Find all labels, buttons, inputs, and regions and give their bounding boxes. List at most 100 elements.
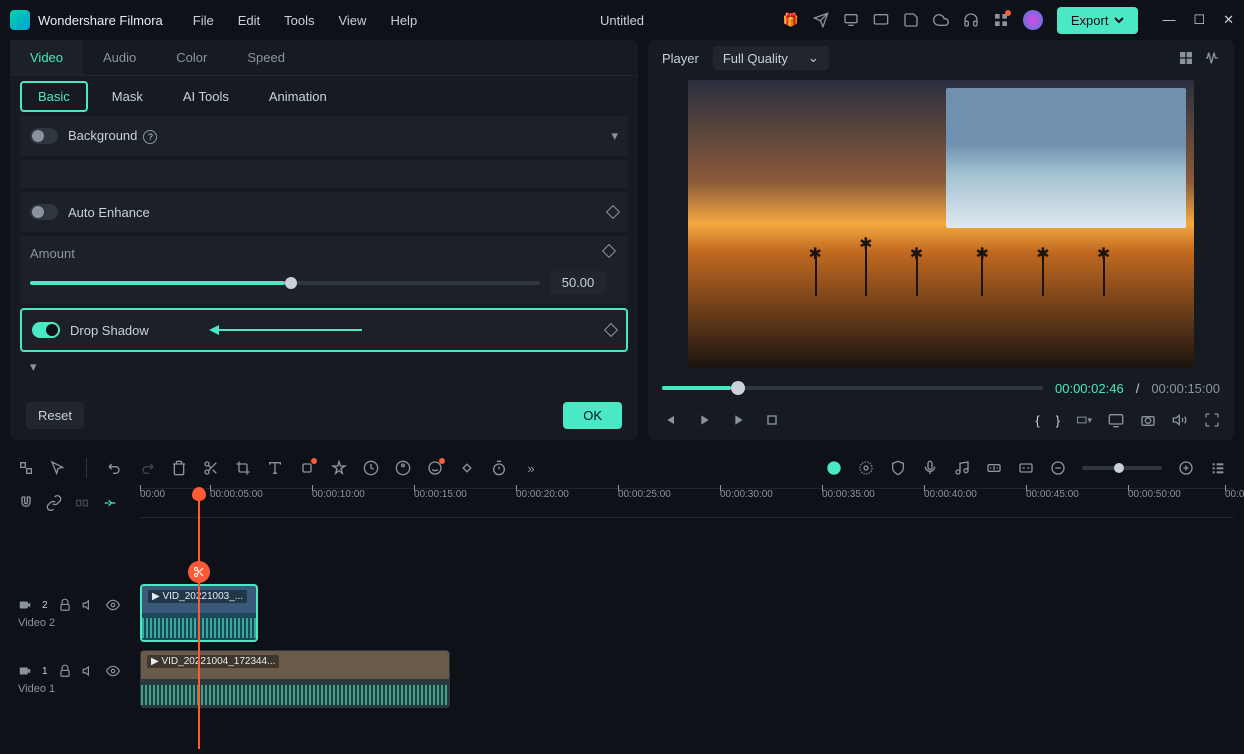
list-icon[interactable] xyxy=(1210,460,1226,476)
grid-view-icon[interactable] xyxy=(1178,50,1194,66)
keyframe-tool-icon[interactable] xyxy=(459,460,475,476)
quality-dropdown[interactable]: Full Quality ⌄ xyxy=(713,46,829,70)
volume-icon[interactable] xyxy=(1172,412,1188,428)
menu-view[interactable]: View xyxy=(338,13,366,28)
scrub-slider[interactable] xyxy=(662,386,1043,390)
delete-icon[interactable] xyxy=(171,460,187,476)
timer-icon[interactable] xyxy=(491,460,507,476)
maximize-button[interactable]: ☐ xyxy=(1193,12,1205,28)
auto-ripple-icon[interactable] xyxy=(102,495,118,511)
monitor-icon[interactable] xyxy=(873,12,889,28)
visibility-icon[interactable] xyxy=(106,663,120,679)
lock-icon[interactable] xyxy=(58,663,72,679)
help-icon[interactable]: ? xyxy=(143,130,157,144)
crop-icon[interactable] xyxy=(235,460,251,476)
waveform-icon[interactable] xyxy=(1204,50,1220,66)
playhead[interactable] xyxy=(198,489,200,749)
keyframe-diamond-icon[interactable] xyxy=(606,205,620,219)
player-viewport[interactable] xyxy=(688,80,1194,368)
effects-icon[interactable] xyxy=(331,460,347,476)
headphones-icon[interactable] xyxy=(963,12,979,28)
dropshadow-toggle[interactable] xyxy=(32,322,60,338)
close-button[interactable]: ✕ xyxy=(1223,12,1234,28)
shield-icon[interactable] xyxy=(890,460,906,476)
timeline-ruler[interactable]: 00:00 00:00:05:00 00:00:10:00 00:00:15:0… xyxy=(140,488,1234,518)
zoom-in-icon[interactable] xyxy=(1178,460,1194,476)
cloud-icon[interactable] xyxy=(933,12,949,28)
music-icon[interactable] xyxy=(954,460,970,476)
menu-edit[interactable]: Edit xyxy=(238,13,260,28)
amount-slider[interactable] xyxy=(30,281,540,285)
color-icon[interactable] xyxy=(395,460,411,476)
video-track-icon[interactable] xyxy=(18,598,32,612)
prev-frame-icon[interactable] xyxy=(662,412,678,428)
chevron-down-icon[interactable]: ▾ xyxy=(30,359,37,375)
link-icon[interactable] xyxy=(46,495,62,511)
ok-button[interactable]: OK xyxy=(563,402,622,429)
save-icon[interactable] xyxy=(903,12,919,28)
zoom-out-icon[interactable] xyxy=(1050,460,1066,476)
lock-icon[interactable] xyxy=(58,597,72,613)
camera-icon[interactable] xyxy=(1140,412,1156,428)
cut-icon[interactable] xyxy=(203,460,219,476)
minimize-button[interactable]: — xyxy=(1162,12,1175,28)
marker-icon[interactable] xyxy=(858,460,874,476)
keyframe-diamond-icon[interactable] xyxy=(602,244,616,258)
keyframe-diamond-icon[interactable] xyxy=(604,323,618,337)
video-track-icon[interactable] xyxy=(18,664,32,678)
mute-icon[interactable] xyxy=(82,597,96,613)
gift-icon[interactable]: 🎁 xyxy=(783,12,799,28)
send-icon[interactable] xyxy=(813,12,829,28)
chevron-down-icon[interactable]: ▾ xyxy=(611,128,618,144)
background-toggle[interactable] xyxy=(30,128,58,144)
speed-icon[interactable] xyxy=(363,460,379,476)
ai-assist-icon[interactable] xyxy=(826,460,842,476)
mute-icon[interactable] xyxy=(82,663,96,679)
tab-color[interactable]: Color xyxy=(156,40,227,75)
avatar-icon[interactable] xyxy=(1023,10,1043,30)
undo-icon[interactable] xyxy=(107,460,123,476)
magnet-icon[interactable] xyxy=(18,495,34,511)
export-button[interactable]: Export xyxy=(1057,7,1139,34)
autoenhance-toggle[interactable] xyxy=(30,204,58,220)
menu-tools[interactable]: Tools xyxy=(284,13,314,28)
ratio-icon[interactable]: ▾ xyxy=(1076,412,1092,428)
ai-icon[interactable] xyxy=(427,460,443,476)
prop-background[interactable]: Background? ▾ xyxy=(20,116,628,156)
prop-autoenhance[interactable]: Auto Enhance xyxy=(20,192,628,232)
subtab-aitools[interactable]: AI Tools xyxy=(167,83,245,110)
tab-video[interactable]: Video xyxy=(10,40,83,75)
mic-icon[interactable] xyxy=(922,460,938,476)
cursor-icon[interactable] xyxy=(50,460,66,476)
reset-button[interactable]: Reset xyxy=(26,402,84,429)
grid-icon[interactable] xyxy=(993,12,1009,28)
step-back-icon[interactable] xyxy=(696,412,712,428)
subtab-animation[interactable]: Animation xyxy=(253,83,343,110)
subtab-basic[interactable]: Basic xyxy=(20,81,88,112)
split-icon[interactable] xyxy=(188,561,210,583)
menu-help[interactable]: Help xyxy=(390,13,417,28)
prop-dropshadow[interactable]: Drop Shadow xyxy=(20,308,628,352)
bracket-open-icon[interactable]: { xyxy=(1035,413,1039,428)
screen-icon[interactable] xyxy=(843,12,859,28)
zoom-slider[interactable] xyxy=(1082,466,1162,470)
menu-file[interactable]: File xyxy=(193,13,214,28)
bracket-close-icon[interactable]: } xyxy=(1056,413,1060,428)
ripple-icon[interactable] xyxy=(74,495,90,511)
subtab-mask[interactable]: Mask xyxy=(96,83,159,110)
play-icon[interactable] xyxy=(730,412,746,428)
tab-audio[interactable]: Audio xyxy=(83,40,156,75)
caption-icon[interactable] xyxy=(1018,460,1034,476)
fullscreen-icon[interactable] xyxy=(1204,412,1220,428)
text-icon[interactable] xyxy=(267,460,283,476)
more-icon[interactable]: » xyxy=(523,460,539,476)
picture-in-picture[interactable] xyxy=(946,88,1186,228)
adjust-icon[interactable] xyxy=(299,460,315,476)
redo-icon[interactable] xyxy=(139,460,155,476)
amount-value[interactable]: 50.00 xyxy=(550,271,606,294)
visibility-icon[interactable] xyxy=(106,597,120,613)
display-icon[interactable] xyxy=(1108,412,1124,428)
clip-video1[interactable]: ▶ VID_20221004_172344... xyxy=(140,650,450,708)
stop-icon[interactable] xyxy=(764,412,780,428)
select-tool-icon[interactable] xyxy=(18,460,34,476)
